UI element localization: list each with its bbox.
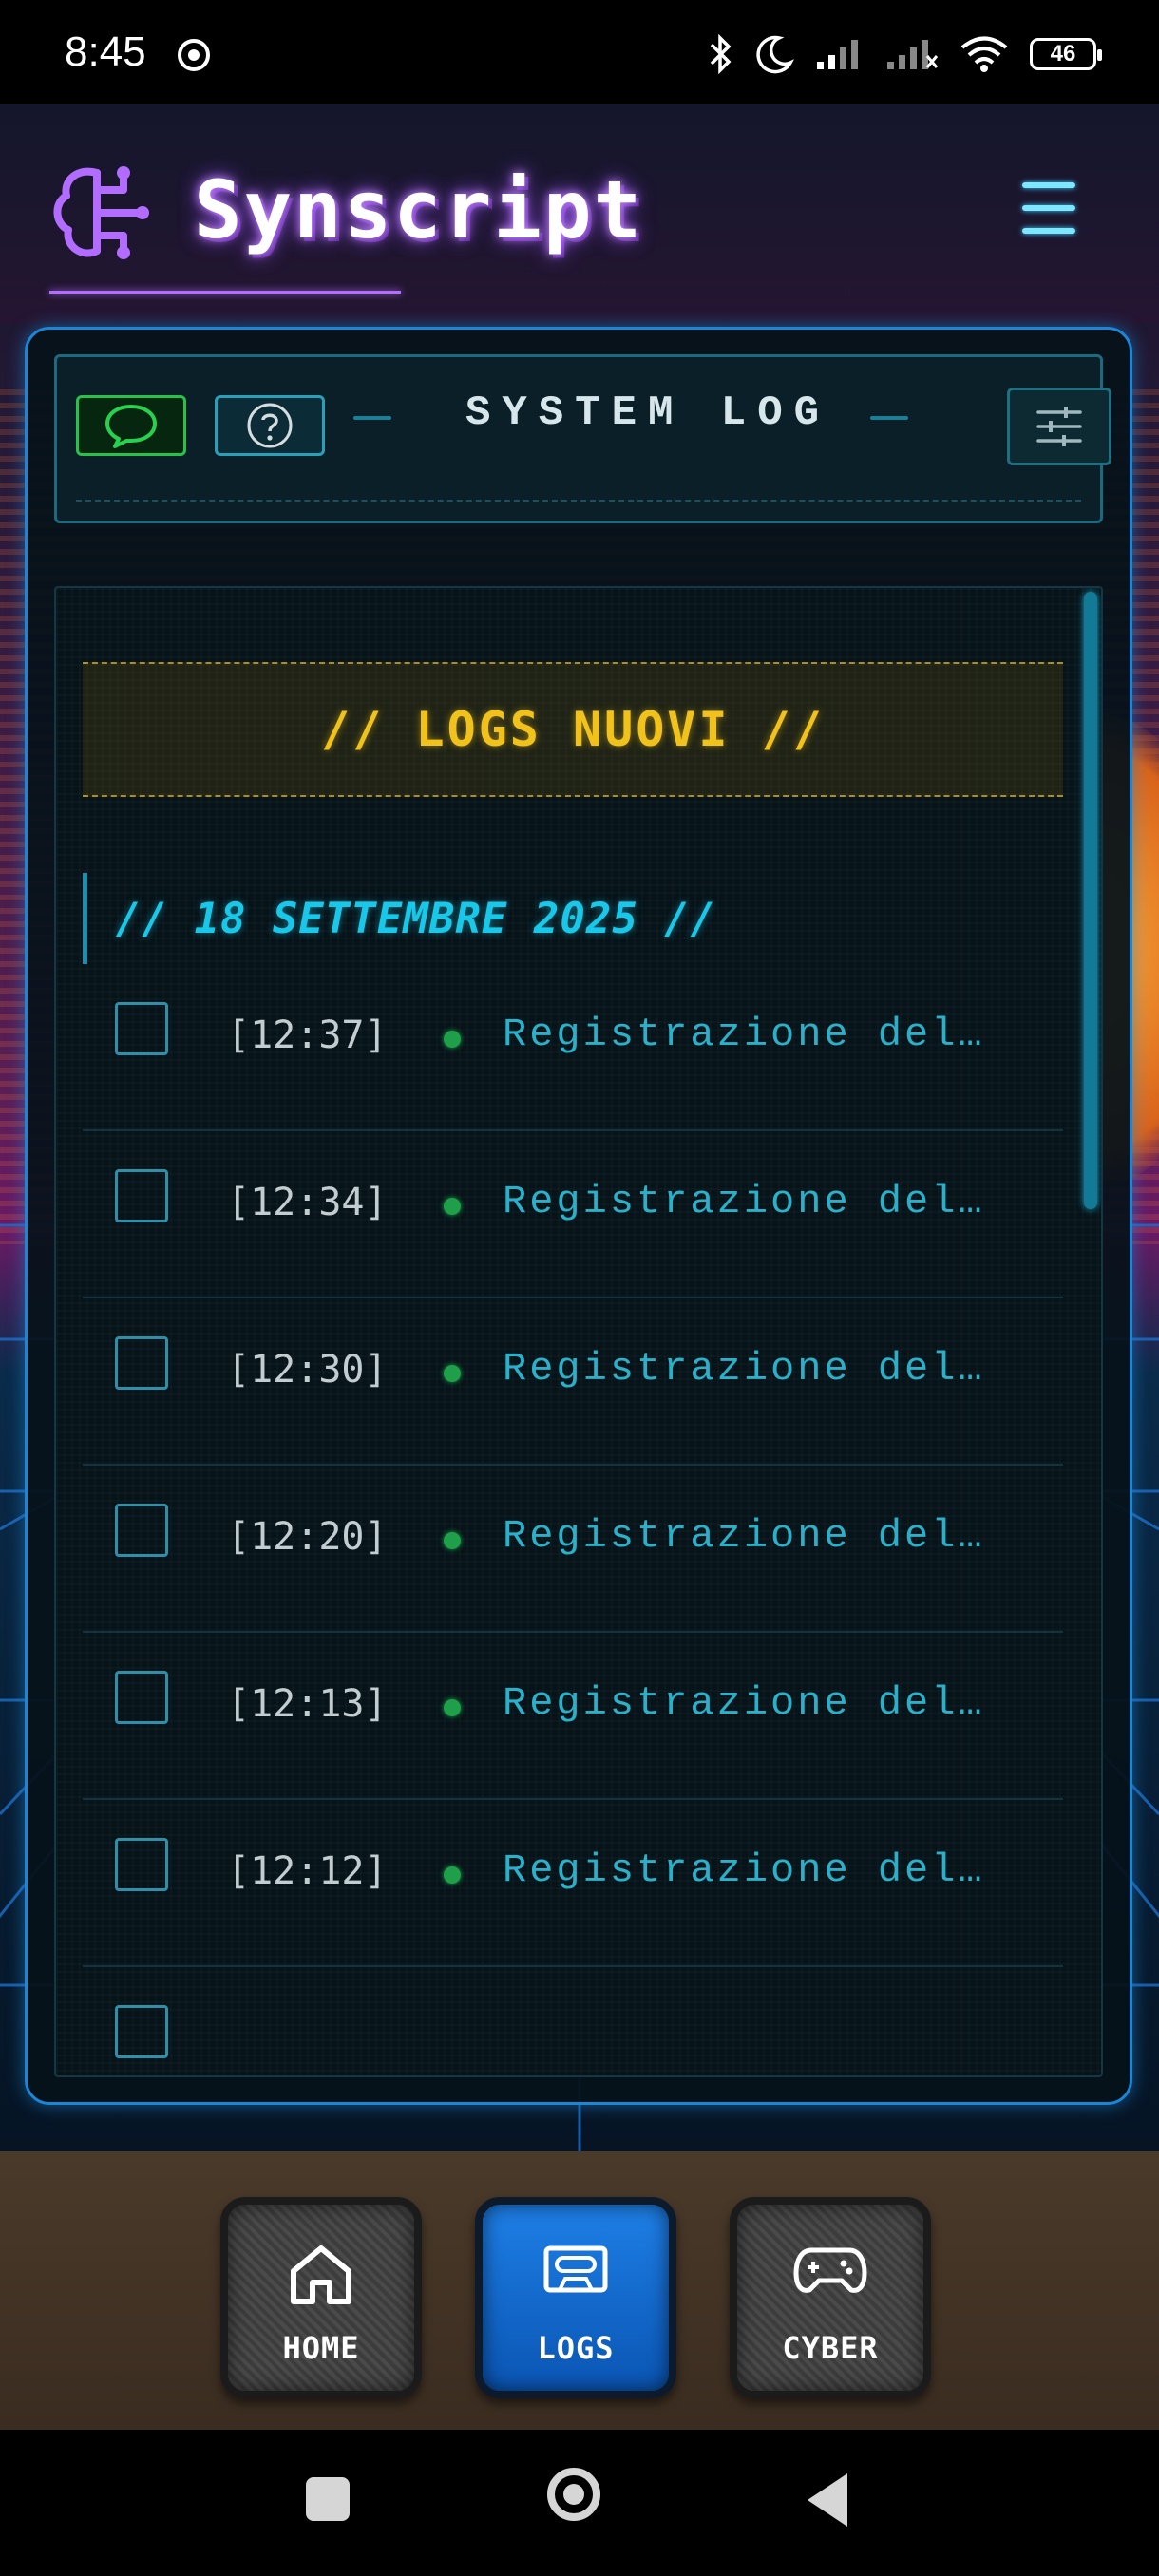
log-text: Registrazione del…: [503, 1346, 985, 1392]
system-nav-bar: [0, 2430, 1159, 2576]
log-checkbox[interactable]: [115, 1169, 168, 1222]
nav-logs-label: LOGS: [537, 2330, 615, 2366]
recent-apps-button[interactable]: [306, 2477, 350, 2521]
status-icons: 46: [709, 30, 1102, 78]
status-dot: [444, 1198, 461, 1215]
date-header: // 18 SETTEMBRE 2025 //: [83, 873, 938, 964]
log-checkbox[interactable]: [115, 1504, 168, 1557]
home-system-button[interactable]: [547, 2468, 600, 2521]
nav-home-button[interactable]: HOME: [220, 2197, 422, 2398]
question-mark-icon: [247, 403, 293, 448]
nav-home-label: HOME: [282, 2330, 360, 2366]
home-icon: [291, 2245, 352, 2304]
log-checkbox[interactable]: [115, 1336, 168, 1390]
cassette-icon: [543, 2245, 608, 2293]
status-dot: [444, 1365, 461, 1382]
gamepad-icon: [793, 2247, 867, 2293]
log-checkbox[interactable]: [115, 1002, 168, 1055]
nav-logs-button[interactable]: LOGS: [475, 2197, 676, 2398]
log-time: [12:12]: [227, 1849, 388, 1893]
log-time: [12:34]: [227, 1181, 388, 1224]
battery-level: 46: [1050, 41, 1076, 66]
status-dot: [444, 1532, 461, 1549]
log-time: [12:20]: [227, 1515, 388, 1559]
log-text: Registrazione del…: [503, 1012, 985, 1057]
log-checkbox[interactable]: [115, 2005, 168, 2058]
new-logs-banner: // LOGS NUOVI //: [83, 662, 1063, 797]
moon-icon: [756, 35, 794, 74]
app-header: Synscript: [0, 104, 1159, 323]
brain-icon: [53, 166, 149, 259]
log-text: Registrazione del…: [503, 1179, 985, 1224]
chrome-icon: [178, 39, 210, 71]
screen: 8:45 46 Synscript SYSTEM LOG // LOGS NUO…: [0, 0, 1159, 2576]
log-checkbox[interactable]: [115, 1671, 168, 1724]
status-dot: [444, 1866, 461, 1884]
bottom-nav: HOME LOGS CYBER: [0, 2151, 1159, 2430]
chat-bubble-icon: [105, 405, 157, 448]
help-button[interactable]: [215, 395, 325, 456]
title-underline: [49, 291, 401, 294]
log-time: [12:37]: [227, 1013, 388, 1057]
log-time: [12:13]: [227, 1682, 388, 1726]
status-bar: 8:45 46: [0, 0, 1159, 104]
toolbar-title: SYSTEM LOG: [465, 389, 831, 437]
log-toolbar: SYSTEM LOG: [54, 354, 1112, 523]
log-text: Registrazione del…: [503, 1847, 985, 1893]
filter-button[interactable]: [1007, 388, 1112, 465]
nav-cyber-label: CYBER: [782, 2330, 879, 2366]
chat-button[interactable]: [76, 395, 186, 456]
log-text: Registrazione del…: [503, 1680, 985, 1726]
wifi-icon: [960, 36, 1008, 72]
log-row[interactable]: [12:37] Registrazione del…: [83, 964, 1063, 1131]
log-row[interactable]: [12:30] Registrazione del…: [83, 1298, 1063, 1466]
log-text: Registrazione del…: [503, 1513, 985, 1559]
log-row[interactable]: [12:20] Registrazione del…: [83, 1466, 1063, 1633]
status-dot: [444, 1031, 461, 1048]
back-button[interactable]: [808, 2473, 847, 2527]
battery-icon: 46: [1030, 38, 1102, 70]
signal-icon: [817, 40, 858, 69]
status-time: 8:45: [65, 28, 146, 75]
app-title: Synscript: [194, 163, 644, 256]
nav-cyber-button[interactable]: CYBER: [730, 2197, 931, 2398]
hamburger-menu-icon[interactable]: [1018, 182, 1085, 245]
system-log-card: SYSTEM LOG // LOGS NUOVI // // 18 SETTEM…: [25, 327, 1132, 2105]
scrollbar[interactable]: [1084, 592, 1097, 1209]
log-list-panel[interactable]: // LOGS NUOVI // // 18 SETTEMBRE 2025 //…: [54, 586, 1103, 2077]
log-row[interactable]: [12:34] Registrazione del…: [83, 1131, 1063, 1298]
log-time: [12:30]: [227, 1348, 388, 1392]
signal-off-icon: [887, 40, 939, 69]
log-checkbox[interactable]: [115, 1838, 168, 1891]
log-row[interactable]: [12:13] Registrazione del…: [83, 1633, 1063, 1800]
log-row[interactable]: [12:12] Registrazione del…: [83, 1800, 1063, 1967]
log-row-partial[interactable]: [83, 1967, 1063, 2075]
status-dot: [444, 1699, 461, 1716]
sliders-icon: [1036, 407, 1082, 446]
bluetooth-icon: [710, 33, 732, 75]
